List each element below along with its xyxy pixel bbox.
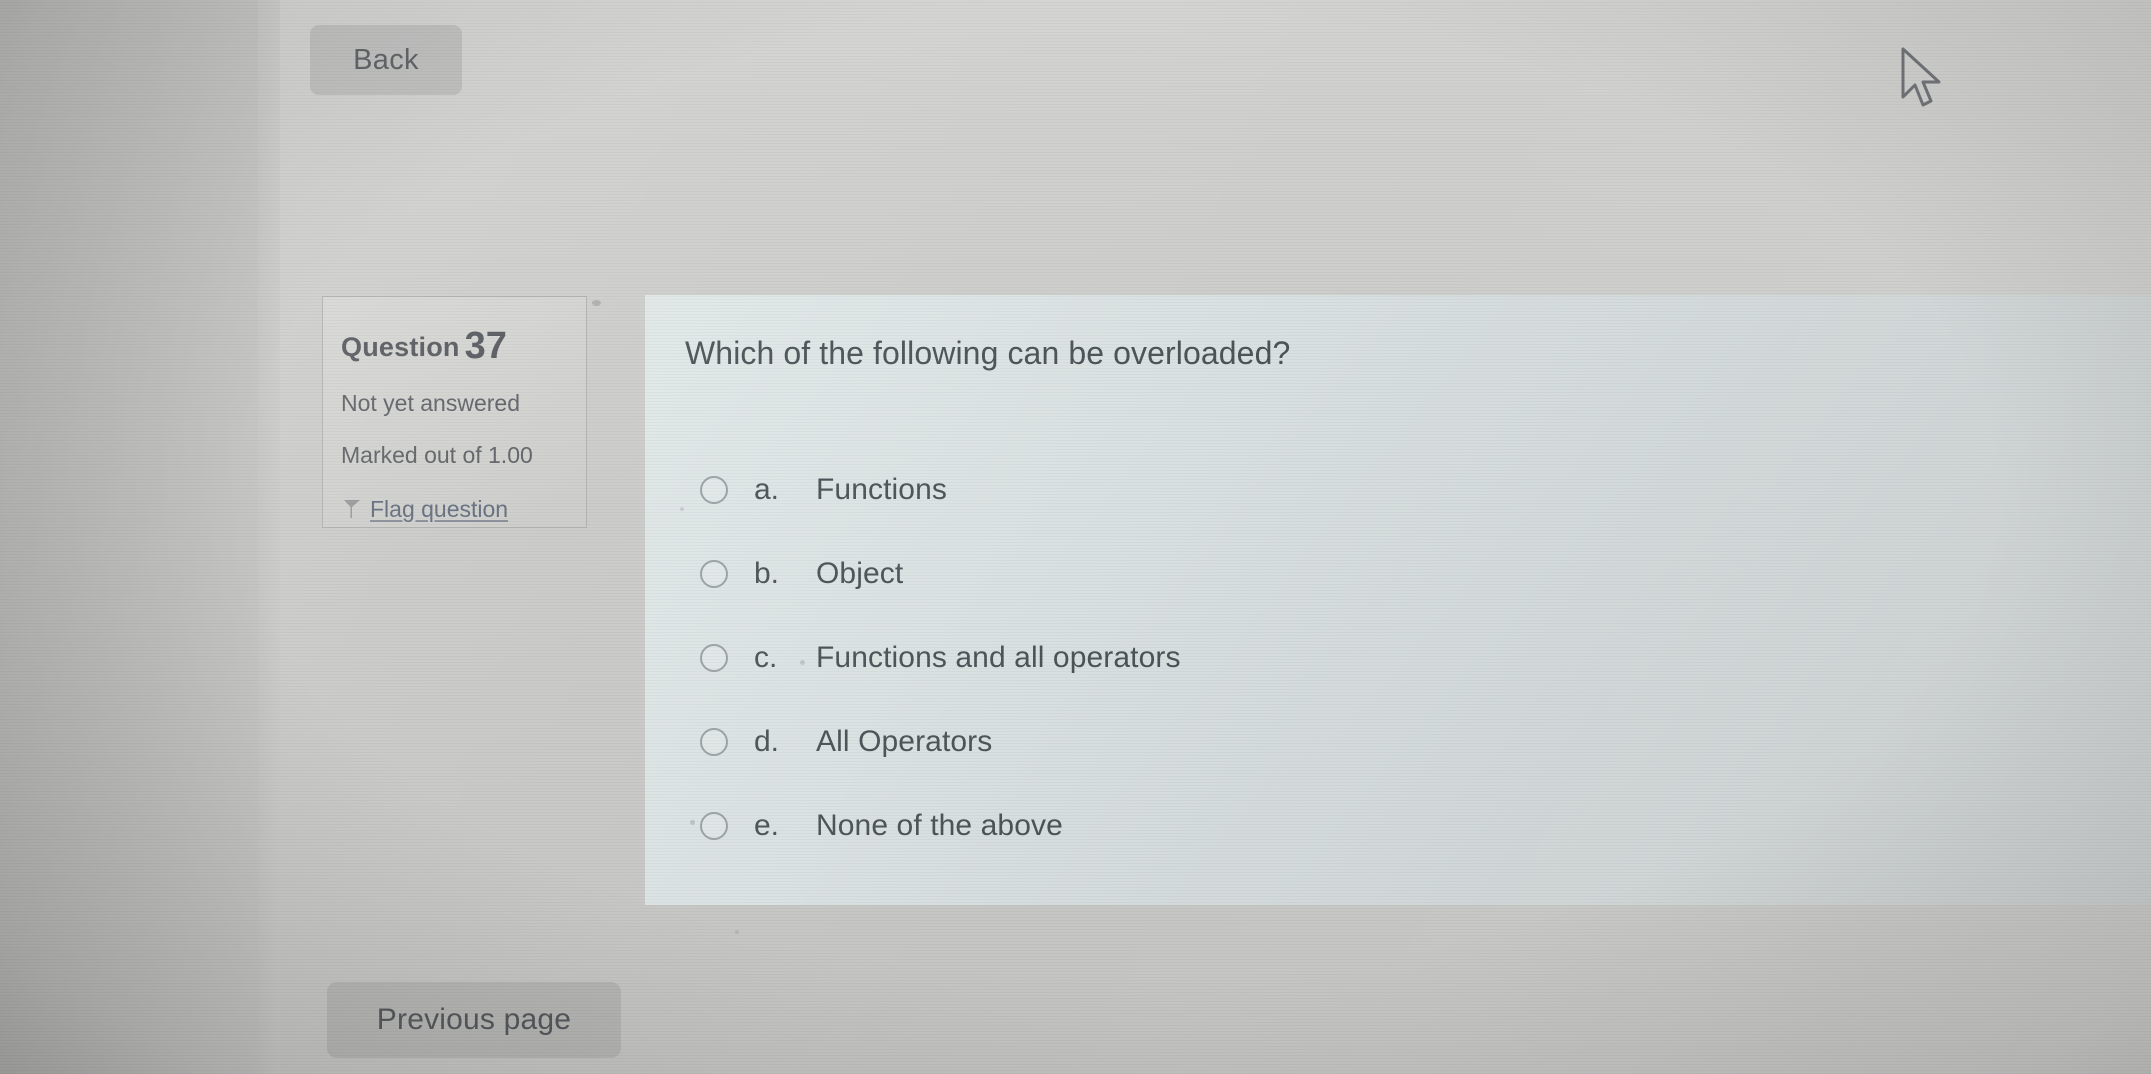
answer-label-b: Object	[816, 557, 904, 590]
dust-speck	[735, 930, 739, 934]
answer-label-d: All Operators	[816, 725, 993, 758]
flag-question-link[interactable]: Flag question	[341, 493, 551, 526]
answer-option-b[interactable]: b. Object	[700, 532, 1600, 616]
answer-label-e: None of the above	[816, 809, 1063, 842]
answer-letter-a: a.	[754, 473, 780, 506]
answer-letter-c: c.	[754, 641, 778, 674]
question-heading-label: Question	[341, 332, 460, 362]
radio-button-a[interactable]	[700, 476, 728, 504]
answer-option-a[interactable]: a. Functions	[700, 448, 1600, 532]
question-heading: Question 37	[341, 325, 568, 368]
back-button[interactable]: Back	[310, 25, 462, 95]
answer-letter-b: b.	[754, 557, 780, 590]
radio-button-d[interactable]	[700, 728, 728, 756]
answer-option-e[interactable]: e. None of the above	[700, 784, 1600, 868]
answer-label-c: Functions and all operators	[816, 641, 1181, 674]
answer-option-c[interactable]: c. Functions and all operators	[700, 616, 1600, 700]
previous-page-button[interactable]: Previous page	[327, 982, 621, 1058]
answer-letter-e: e.	[754, 809, 780, 842]
question-number: 37	[464, 325, 507, 367]
dust-speck	[800, 660, 805, 665]
photographed-screen: Back Question 37 Not yet answered Marked …	[0, 0, 2151, 1074]
back-button-label: Back	[353, 43, 419, 76]
page-left-gutter-edge	[258, 0, 280, 1074]
answer-option-d[interactable]: d. All Operators	[700, 700, 1600, 784]
dust-speck	[592, 300, 601, 306]
page-left-gutter	[0, 0, 258, 1074]
flag-icon	[341, 498, 363, 525]
answer-options-list: a. Functions b. Object c. Functions and …	[700, 448, 1600, 868]
answer-label-a: Functions	[816, 473, 947, 506]
question-marks: Marked out of 1.00	[341, 441, 533, 468]
radio-button-e[interactable]	[700, 812, 728, 840]
question-info-box: Question 37 Not yet answered Marked out o…	[322, 296, 587, 528]
dust-speck	[680, 507, 684, 511]
question-status: Not yet answered	[341, 390, 520, 416]
question-text: Which of the following can be overloaded…	[685, 335, 1291, 371]
flag-question-label: Flag question	[370, 496, 509, 523]
answer-letter-d: d.	[754, 725, 780, 758]
previous-page-button-label: Previous page	[376, 1003, 572, 1036]
radio-button-b[interactable]	[700, 560, 728, 588]
radio-button-c[interactable]	[700, 644, 728, 672]
dust-speck	[690, 820, 695, 825]
